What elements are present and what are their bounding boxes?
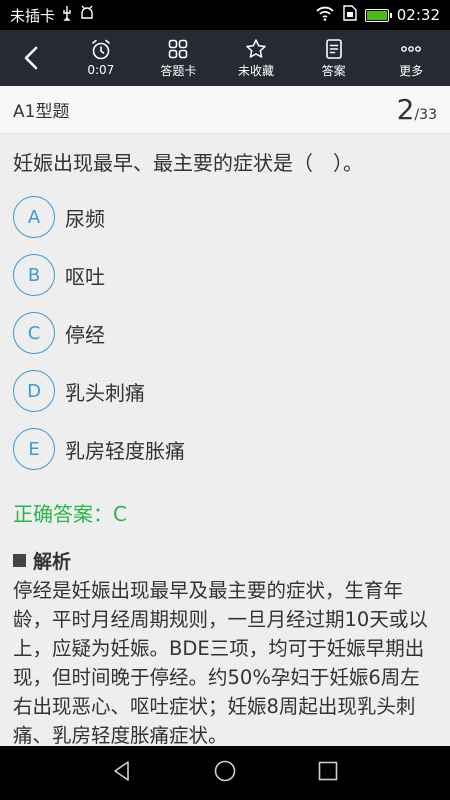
question-counter: 2 / 33 [397, 93, 437, 126]
triangle-back-icon [113, 761, 129, 781]
show-answer-button[interactable]: 答案 [295, 30, 373, 86]
battery-icon [364, 8, 392, 22]
option-text: 停经 [65, 322, 105, 347]
option-c[interactable]: C 停经 [13, 304, 437, 362]
show-answer-label: 答案 [321, 63, 346, 78]
wifi-icon [315, 5, 335, 25]
nav-home-button[interactable] [213, 759, 237, 787]
option-letter: A [13, 196, 55, 238]
timer-button[interactable]: 0:07 [62, 30, 140, 86]
more-dots-icon [401, 45, 422, 52]
option-text: 乳房轻度胀痛 [65, 438, 185, 463]
option-d[interactable]: D 乳头刺痛 [13, 362, 437, 420]
star-outline-icon [246, 38, 266, 58]
analysis-text: 停经是妊娠出现最早及最主要的症状，生育年龄，平时月经周期规则，一旦月经过期10天… [13, 579, 428, 746]
total-question-count: 33 [419, 107, 437, 123]
option-letter: E [13, 428, 55, 470]
more-button[interactable]: 更多 [372, 30, 450, 86]
option-letter: B [13, 254, 55, 296]
option-text: 乳头刺痛 [65, 380, 145, 405]
back-arrow-icon [24, 46, 38, 70]
carrier-text: 未插卡 [10, 6, 56, 25]
option-a[interactable]: A 尿频 [13, 188, 437, 246]
option-text: 呕吐 [65, 264, 105, 289]
question-stem: 妊娠出现最早、最主要的症状是（ ）。 [13, 151, 363, 175]
answer-sheet-label: 答题卡 [160, 63, 197, 78]
option-b[interactable]: B 呕吐 [13, 246, 437, 304]
top-toolbar: 0:07 答题卡 未收藏 答案 更多 [0, 30, 450, 86]
analysis-heading: 解析 [13, 547, 437, 574]
system-nav-bar [0, 746, 450, 800]
question-header: A1型题 2 / 33 [0, 86, 450, 134]
square-bullet-icon [13, 554, 26, 567]
grid-icon [169, 39, 188, 58]
clock-text: 02:32 [396, 6, 440, 24]
status-bar: 未插卡 02:32 [0, 0, 450, 30]
timer-label: 0:07 [87, 63, 115, 77]
alarm-clock-icon [91, 39, 110, 60]
correct-answer: 正确答案：C [13, 502, 127, 526]
analysis-title-text: 解析 [33, 551, 72, 573]
options-list: A 尿频 B 呕吐 C 停经 D 乳头刺痛 E 乳房轻度胀痛 [13, 188, 437, 478]
circle-home-icon [214, 760, 236, 782]
sim-icon [343, 5, 357, 25]
square-recents-icon [319, 761, 338, 781]
nav-back-button[interactable] [110, 759, 134, 787]
option-letter: D [13, 370, 55, 412]
option-letter: C [13, 312, 55, 354]
answer-sheet-button[interactable]: 答题卡 [140, 30, 218, 86]
back-button[interactable] [0, 30, 62, 86]
question-type: A1型题 [13, 102, 70, 122]
favorite-label: 未收藏 [237, 63, 274, 78]
favorite-button[interactable]: 未收藏 [217, 30, 295, 86]
option-text: 尿频 [65, 206, 105, 231]
current-question-number: 2 [396, 93, 415, 126]
question-content: 妊娠出现最早、最主要的症状是（ ）。 A 尿频 B 呕吐 C 停经 D 乳头刺痛… [0, 134, 450, 746]
nav-recents-button[interactable] [316, 759, 340, 787]
android-debug-icon [79, 5, 95, 25]
option-e[interactable]: E 乳房轻度胀痛 [13, 420, 437, 478]
usb-icon [61, 5, 73, 25]
document-icon [325, 38, 342, 59]
more-label: 更多 [399, 63, 424, 78]
